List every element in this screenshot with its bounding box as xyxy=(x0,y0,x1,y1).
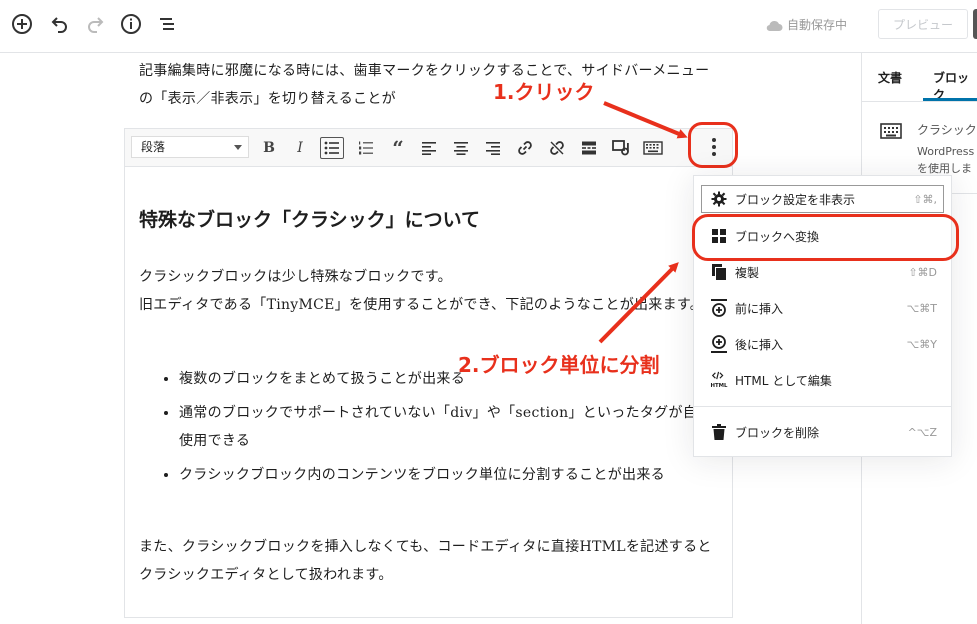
annotation-step2: 2.ブロック単位に分割 xyxy=(458,353,660,377)
arrow-to-convert-item xyxy=(598,262,679,344)
annotation-step1: 1.クリック xyxy=(493,80,595,104)
annotation-arrows xyxy=(598,101,688,344)
arrow-to-more-button xyxy=(603,101,688,139)
